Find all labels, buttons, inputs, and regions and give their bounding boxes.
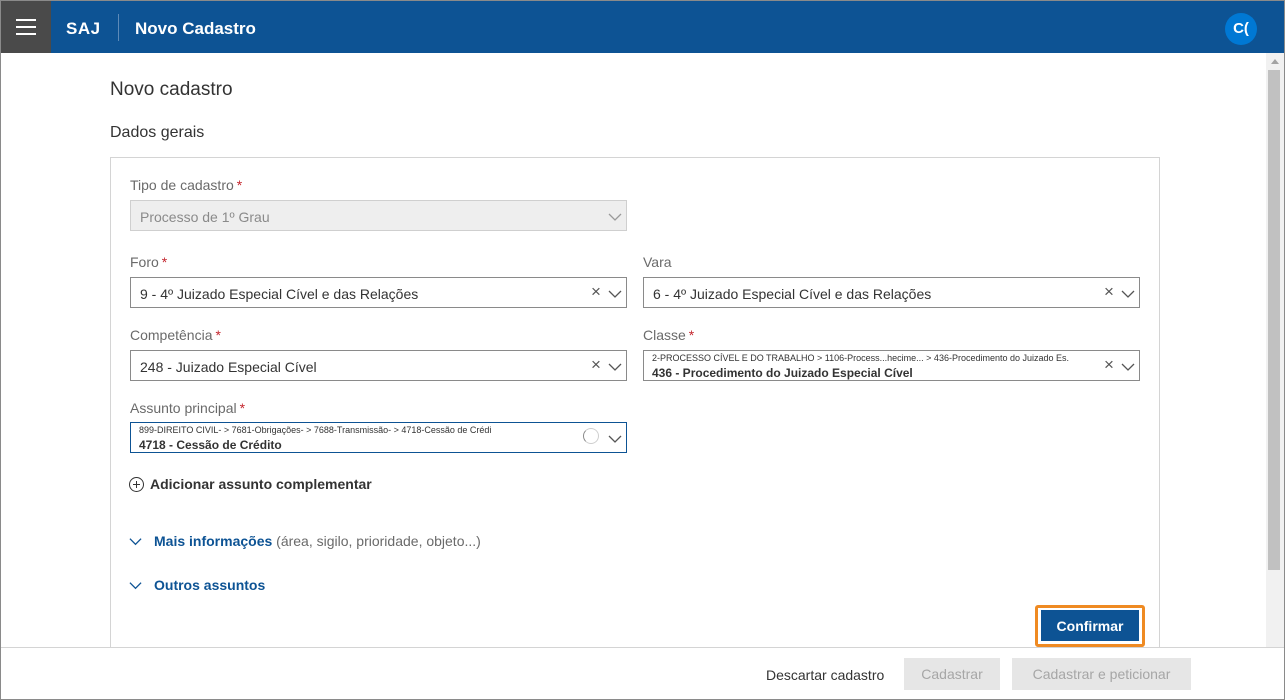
foro-label-text: Foro bbox=[130, 254, 159, 270]
cadastrar-button[interactable]: Cadastrar bbox=[904, 658, 1000, 690]
classe-select[interactable]: 2-PROCESSO CÍVEL E DO TRABALHO > 1106-Pr… bbox=[643, 350, 1140, 381]
assunto-principal-path: 899-DIREITO CIVIL- > 7681-Obrigações- > … bbox=[139, 425, 492, 435]
add-assunto-button[interactable]: Adicionar assunto complementar bbox=[129, 476, 372, 492]
top-bar: SAJ Novo Cadastro C( bbox=[1, 1, 1284, 53]
menu-icon[interactable] bbox=[1, 1, 51, 53]
chevron-down-icon bbox=[129, 537, 142, 545]
chevron-down-icon[interactable] bbox=[608, 287, 622, 301]
assunto-principal-label: Assunto principal * bbox=[130, 400, 245, 416]
vara-label: Vara bbox=[643, 254, 672, 270]
confirm-button[interactable]: Confirmar bbox=[1041, 610, 1139, 641]
classe-value: 436 - Procedimento do Juizado Especial C… bbox=[652, 366, 913, 380]
plus-circle-icon bbox=[129, 476, 144, 492]
user-avatar[interactable]: C( bbox=[1225, 13, 1257, 45]
chevron-down-icon[interactable] bbox=[608, 432, 622, 446]
brand-logo: SAJ bbox=[66, 19, 101, 38]
discard-button[interactable]: Descartar cadastro bbox=[766, 667, 884, 683]
add-assunto-label: Adicionar assunto complementar bbox=[150, 476, 372, 492]
clear-icon[interactable]: × bbox=[589, 356, 603, 373]
mais-informacoes-expander[interactable]: Mais informações (área, sigilo, priorida… bbox=[129, 533, 481, 549]
required-mark: * bbox=[215, 327, 221, 343]
outros-assuntos-link[interactable]: Outros assuntos bbox=[154, 577, 265, 593]
page-title: Novo cadastro bbox=[110, 79, 233, 100]
assunto-principal-select[interactable]: 899-DIREITO CIVIL- > 7681-Obrigações- > … bbox=[130, 422, 627, 453]
tipo-cadastro-select: Processo de 1º Grau bbox=[130, 200, 627, 231]
scroll-up-arrow-icon[interactable] bbox=[1271, 59, 1279, 64]
competencia-value: 248 - Juizado Especial Cível bbox=[140, 359, 317, 375]
required-mark: * bbox=[239, 400, 246, 416]
loading-spinner-icon bbox=[583, 428, 599, 444]
tipo-cadastro-label-text: Tipo de cadastro bbox=[130, 177, 234, 193]
assunto-principal-label-text: Assunto principal bbox=[130, 400, 237, 416]
chevron-down-icon[interactable] bbox=[1121, 287, 1135, 301]
clear-icon[interactable]: × bbox=[1102, 356, 1116, 373]
classe-path: 2-PROCESSO CÍVEL E DO TRABALHO > 1106-Pr… bbox=[652, 353, 1070, 363]
section-title: Dados gerais bbox=[110, 124, 205, 141]
required-mark: * bbox=[688, 327, 695, 343]
form-card bbox=[110, 157, 1160, 657]
competencia-label-text: Competência bbox=[130, 327, 213, 343]
mais-informacoes-hint: (área, sigilo, prioridade, objeto...) bbox=[276, 533, 481, 549]
tipo-cadastro-value: Processo de 1º Grau bbox=[140, 209, 270, 225]
app-window: SAJ Novo Cadastro C( Novo cadastro Dados… bbox=[0, 0, 1285, 700]
clear-icon[interactable]: × bbox=[589, 283, 603, 300]
page-scrollbar[interactable] bbox=[1266, 53, 1284, 647]
assunto-principal-value: 4718 - Cessão de Crédito bbox=[139, 438, 282, 452]
header-divider bbox=[118, 14, 119, 41]
required-mark: * bbox=[236, 177, 243, 193]
chevron-down-icon[interactable] bbox=[608, 360, 622, 374]
required-mark: * bbox=[161, 254, 168, 270]
vara-value: 6 - 4º Juizado Especial Cível e das Rela… bbox=[653, 286, 932, 302]
app-title: Novo Cadastro bbox=[135, 19, 256, 38]
tipo-cadastro-label: Tipo de cadastro * bbox=[130, 177, 242, 193]
vara-select[interactable]: 6 - 4º Juizado Especial Cível e das Rela… bbox=[643, 277, 1140, 308]
mais-informacoes-link[interactable]: Mais informações bbox=[154, 533, 272, 549]
chevron-down-icon bbox=[608, 213, 622, 221]
footer-bar: Descartar cadastro Cadastrar Cadastrar e… bbox=[1, 647, 1284, 699]
chevron-down-icon bbox=[129, 581, 142, 589]
classe-label-text: Classe bbox=[643, 327, 686, 343]
foro-value: 9 - 4º Juizado Especial Cível e das Rela… bbox=[140, 286, 419, 302]
classe-label: Classe * bbox=[643, 327, 694, 343]
chevron-down-icon[interactable] bbox=[1121, 360, 1135, 374]
cadastrar-peticionar-button[interactable]: Cadastrar e peticionar bbox=[1012, 658, 1191, 690]
foro-select[interactable]: 9 - 4º Juizado Especial Cível e das Rela… bbox=[130, 277, 627, 308]
foro-label: Foro * bbox=[130, 254, 167, 270]
outros-assuntos-expander[interactable]: Outros assuntos bbox=[129, 577, 265, 593]
competencia-select[interactable]: 248 - Juizado Especial Cível × bbox=[130, 350, 627, 381]
competencia-label: Competência * bbox=[130, 327, 221, 343]
clear-icon[interactable]: × bbox=[1102, 283, 1116, 300]
scroll-thumb[interactable] bbox=[1268, 70, 1280, 570]
